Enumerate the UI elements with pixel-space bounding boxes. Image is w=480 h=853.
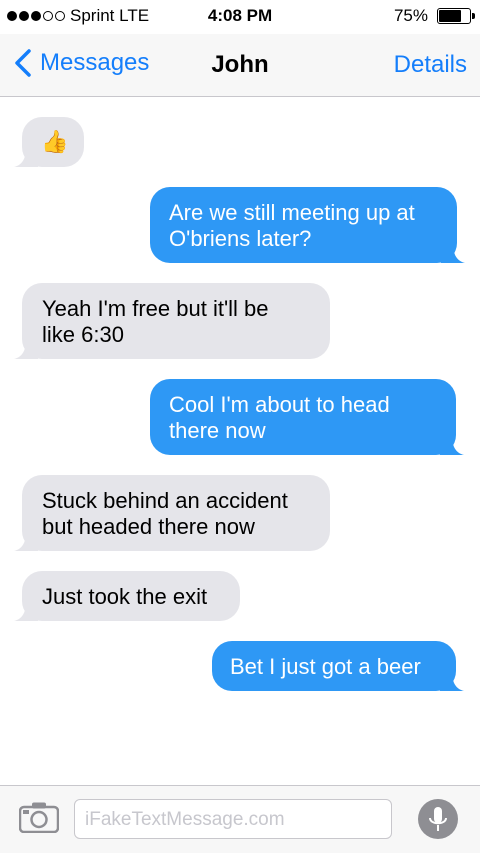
battery-tip [472,13,475,19]
status-bar: Sprint LTE 4:08 PM 75% [0,0,480,34]
battery-fill [439,10,461,22]
message-text: Yeah I'm free but it'll be like 6:30 [42,296,269,347]
message-text: 👍 [41,129,69,154]
message-text: Bet I just got a beer [230,654,421,679]
bubble-tail [440,435,464,455]
message-bubble-incoming[interactable]: Just took the exit [14,571,240,621]
details-button[interactable]: Details [394,51,467,79]
message-input[interactable]: iFakeTextMessage.com [74,799,392,839]
bubble-tail [440,671,464,691]
bubble-tail [441,243,465,263]
battery-icon [437,8,475,24]
message-bubble-outgoing[interactable]: Bet I just got a beer [212,641,464,691]
message-text: Stuck behind an accident but headed ther… [42,488,288,539]
message-text: Cool I'm about to head there now [169,392,390,443]
bubble-tail [14,147,38,167]
camera-icon[interactable] [19,801,59,833]
message-bubble-incoming[interactable]: 👍 [14,117,84,167]
message-text: Just took the exit [42,584,208,609]
bubble-tail [14,601,38,621]
navigation-bar: Messages John Details [0,34,480,97]
message-bubble-incoming[interactable]: Yeah I'm free but it'll be like 6:30 [14,283,330,359]
message-input-bar: iFakeTextMessage.com [0,785,480,853]
bubble-tail [14,339,38,359]
message-bubble-outgoing[interactable]: Cool I'm about to head there now [150,379,464,455]
message-bubble-outgoing[interactable]: Are we still meeting up at O'briens late… [150,187,465,263]
bubble-tail [14,531,38,551]
message-bubble-incoming[interactable]: Stuck behind an accident but headed ther… [14,475,330,551]
message-text: Are we still meeting up at O'briens late… [169,200,415,251]
microphone-button[interactable] [418,799,458,839]
battery-percent: 75% [393,6,428,25]
microphone-icon [429,807,447,831]
